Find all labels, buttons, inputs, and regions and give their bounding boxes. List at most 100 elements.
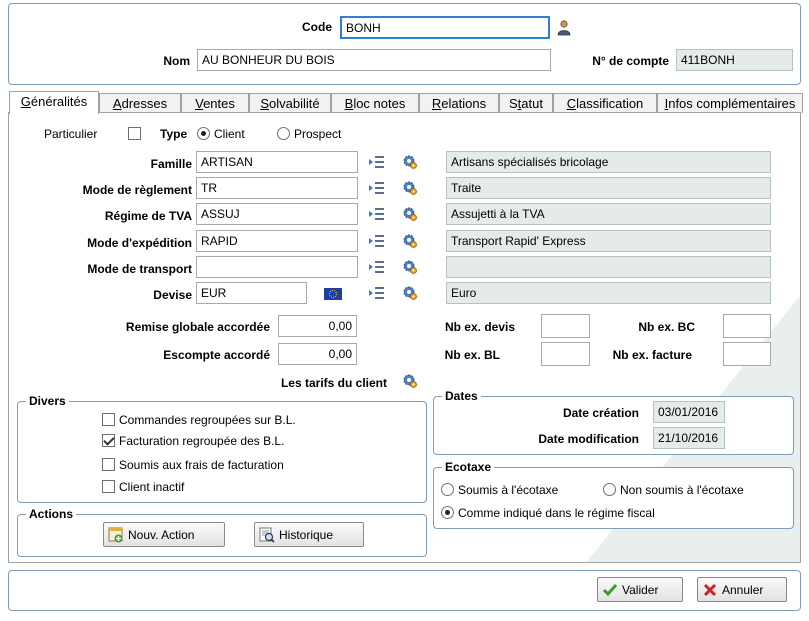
mode-expedition-label: Mode d'expédition: [87, 236, 192, 250]
particulier-checkbox[interactable]: [128, 127, 141, 140]
date-creation-value: 03/01/2016: [653, 401, 725, 423]
particulier-label: Particulier: [44, 127, 98, 141]
nb-bc-label: Nb ex. BC: [638, 320, 695, 334]
ecotaxe-regime-radio[interactable]: [441, 506, 454, 519]
type-client-radio[interactable]: [197, 127, 210, 140]
new-action-label: Nouv. Action: [128, 527, 195, 542]
ecotaxe-regime-label: Comme indiqué dans le régime fiscal: [458, 506, 655, 520]
mode-transport-gear-icon[interactable]: [402, 259, 418, 275]
historique-button[interactable]: Historique: [254, 522, 364, 547]
type-client-label: Client: [214, 127, 245, 141]
mode-reglement-label: Mode de règlement: [82, 183, 192, 197]
tab-6[interactable]: Statut: [499, 93, 553, 113]
famille-list-icon[interactable]: [369, 155, 385, 169]
tab-5[interactable]: Relations: [419, 93, 499, 113]
valider-button[interactable]: Valider: [597, 577, 683, 602]
historique-icon: [259, 527, 275, 543]
devise-description: Euro: [446, 282, 771, 304]
devise-label: Devise: [153, 288, 192, 302]
tarifs-label: Les tarifs du client: [280, 376, 387, 390]
regime-tva-list-icon[interactable]: [369, 207, 385, 221]
regime-tva-label: Régime de TVA: [104, 209, 192, 223]
check-icon: [602, 583, 618, 596]
eu-flag-icon: [324, 288, 342, 300]
ecotaxe-soumis-radio[interactable]: [441, 483, 454, 496]
nb-facture-label: Nb ex. facture: [612, 348, 692, 362]
tab-label-mnemonic: G: [20, 94, 31, 109]
tab-2[interactable]: Ventes: [181, 93, 249, 113]
remise-label: Remise globale accordée: [125, 320, 270, 334]
date-modif-value: 21/10/2016: [653, 427, 725, 449]
famille-label: Famille: [150, 157, 192, 171]
nb-devis-input[interactable]: [541, 314, 590, 338]
devise-input[interactable]: EUR: [196, 282, 307, 304]
mode-transport-description: [446, 256, 771, 278]
remise-input[interactable]: 0,00: [278, 315, 357, 337]
date-modif-label: Date modification: [538, 432, 639, 446]
frais-facturation-checkbox[interactable]: [102, 458, 115, 471]
nb-bl-input[interactable]: [541, 342, 590, 366]
close-icon: [703, 583, 717, 596]
annuler-label: Annuler: [722, 582, 764, 597]
type-prospect-radio[interactable]: [277, 127, 290, 140]
mode-expedition-input[interactable]: RAPID: [196, 230, 358, 252]
mode-expedition-description: Transport Rapid' Express: [446, 230, 771, 252]
compte-input: 411BONH: [676, 49, 793, 71]
type-label: Type: [160, 127, 188, 141]
commandes-regroupees-checkbox[interactable]: [102, 413, 115, 426]
annuler-button[interactable]: Annuler: [697, 577, 787, 602]
mode-reglement-input[interactable]: TR: [196, 177, 358, 199]
tab-label-pre: S: [509, 96, 518, 111]
tab-3[interactable]: Solvabilité: [249, 93, 331, 113]
tab-4[interactable]: Bloc notes: [331, 93, 419, 113]
tab-8[interactable]: Infos complémentaires: [657, 93, 803, 113]
tab-0[interactable]: Généralités: [9, 91, 99, 114]
nb-bc-input[interactable]: [723, 314, 771, 338]
mode-reglement-list-icon[interactable]: [369, 181, 385, 195]
tab-label-mnemonic: R: [431, 96, 442, 111]
tab-label-post: nfos complémentaires: [668, 96, 796, 111]
client-inactif-checkbox[interactable]: [102, 480, 115, 493]
dates-title: Dates: [442, 389, 481, 403]
tab-1[interactable]: Adresses: [99, 93, 181, 113]
compte-label: N° de compte: [592, 54, 669, 68]
nb-bl-label: Nb ex. BL: [444, 348, 500, 362]
new-action-button[interactable]: Nouv. Action: [103, 522, 225, 547]
ecotaxe-non-soumis-radio[interactable]: [603, 483, 616, 496]
regime-tva-gear-icon[interactable]: [402, 206, 418, 222]
tab-label-post: entes: [203, 96, 235, 111]
tab-label-post: lassification: [576, 96, 644, 111]
escompte-label: Escompte accordé: [163, 348, 270, 362]
valider-label: Valider: [622, 582, 659, 597]
mode-transport-input[interactable]: [196, 256, 358, 278]
facturation-regroupee-checkbox[interactable]: [102, 434, 115, 447]
famille-gear-icon[interactable]: [402, 154, 418, 170]
actions-title: Actions: [26, 507, 77, 521]
tab-label-mnemonic: B: [344, 96, 354, 111]
mode-expedition-gear-icon[interactable]: [402, 233, 418, 249]
commandes-regroupees-label: Commandes regroupées sur B.L.: [119, 413, 296, 427]
mode-reglement-gear-icon[interactable]: [402, 180, 418, 196]
tab-label-post: atut: [521, 96, 543, 111]
mode-transport-label: Mode de transport: [87, 262, 192, 276]
escompte-input[interactable]: 0,00: [278, 343, 357, 365]
nom-input[interactable]: AU BONHEUR DU BOIS: [197, 49, 551, 71]
mode-expedition-list-icon[interactable]: [369, 234, 385, 248]
divers-title: Divers: [26, 394, 69, 408]
famille-input[interactable]: ARTISAN: [196, 151, 358, 173]
tab-7[interactable]: Classification: [553, 93, 657, 113]
devise-gear-icon[interactable]: [402, 285, 418, 301]
code-label: Code: [302, 20, 332, 34]
tarifs-gear-icon[interactable]: [402, 373, 418, 389]
user-search-icon[interactable]: [557, 20, 571, 36]
devise-list-icon[interactable]: [369, 286, 385, 300]
frais-facturation-label: Soumis aux frais de facturation: [119, 458, 284, 472]
regime-tva-input[interactable]: ASSUJ: [196, 203, 358, 225]
famille-description: Artisans spécialisés bricolage: [446, 151, 771, 173]
code-input[interactable]: BONH: [340, 16, 550, 39]
date-creation-label: Date création: [562, 406, 639, 420]
nb-facture-input[interactable]: [723, 342, 771, 366]
tab-label-mnemonic: C: [566, 96, 577, 111]
mode-transport-list-icon[interactable]: [369, 260, 385, 274]
dates-group: Dates: [433, 389, 794, 455]
